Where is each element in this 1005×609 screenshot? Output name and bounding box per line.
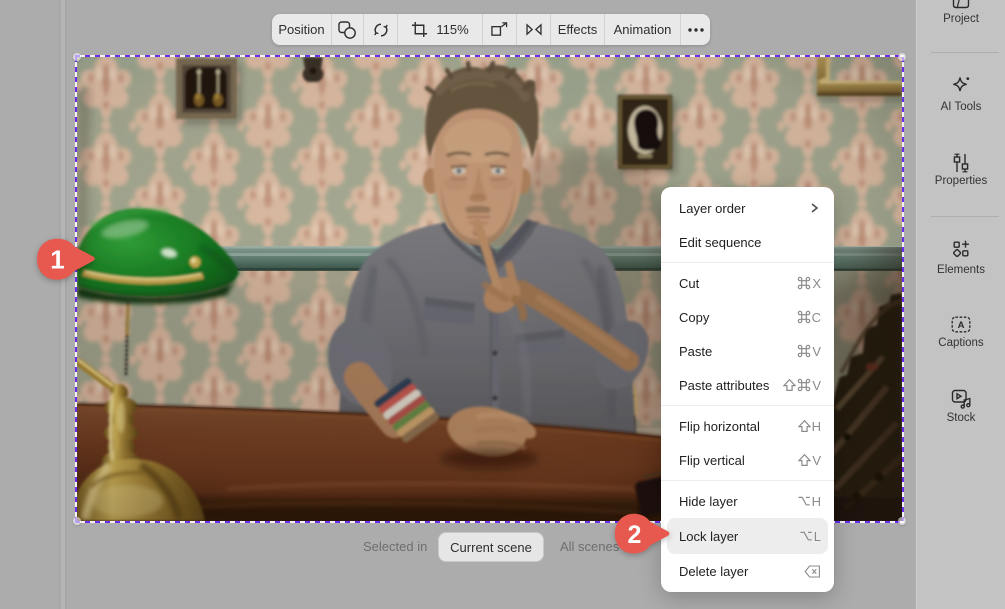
- svg-text:1: 1: [50, 245, 64, 275]
- svg-text:A: A: [958, 320, 965, 331]
- svg-text:2: 2: [628, 521, 642, 549]
